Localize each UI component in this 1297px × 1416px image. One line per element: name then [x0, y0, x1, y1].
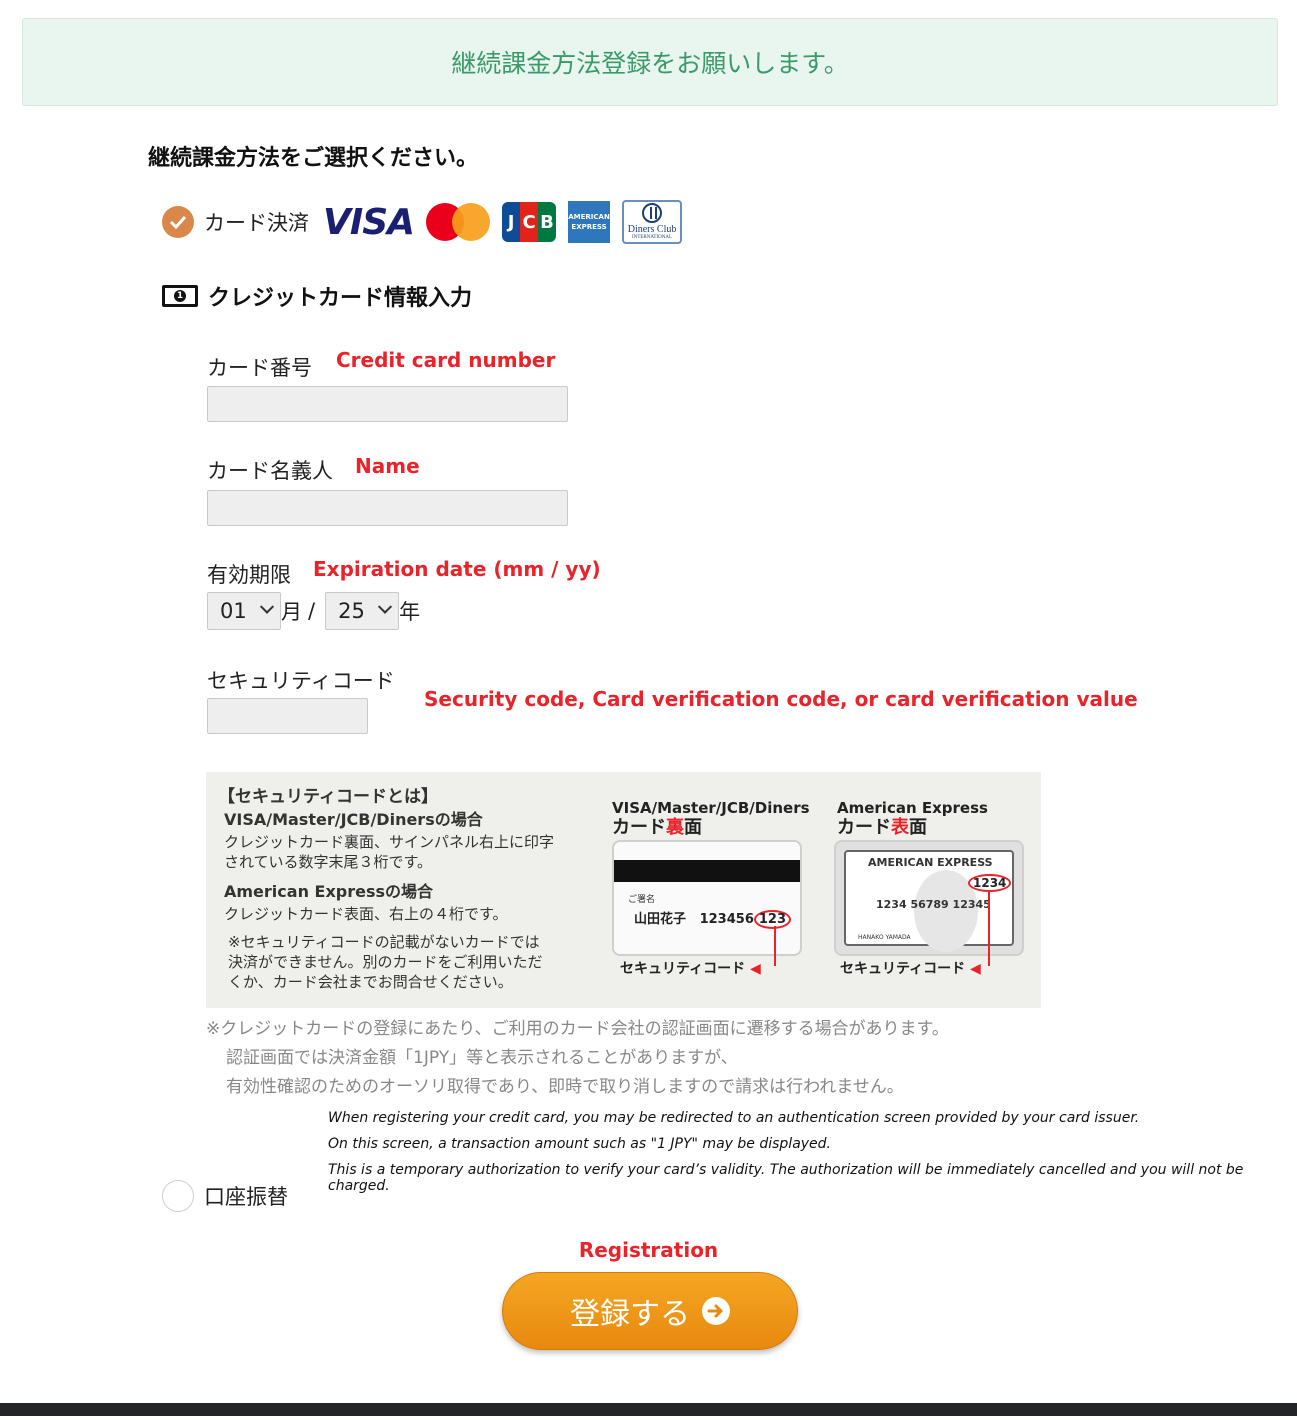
expiry-label: 有効期限 [207, 563, 291, 587]
payment-option-card[interactable]: カード決済 VISA J C B AMERICAN EXPRESS Diners… [162, 200, 683, 244]
card-info-heading-text: クレジットカード情報入力 [208, 286, 473, 311]
magnetic-stripe [614, 860, 800, 882]
amex-text: クレジットカード表面、右上の４桁です。 [224, 905, 508, 923]
expiry-row: 01 月 / 25 年 [207, 592, 420, 630]
card-number-annotation: Credit card number [336, 348, 556, 372]
register-button[interactable]: 登録する [502, 1272, 798, 1350]
note-line-3: くか、カード会社までお問合せください。 [228, 973, 513, 991]
security-code-input[interactable] [207, 698, 368, 734]
check-icon [169, 215, 187, 229]
money-icon: 1 [162, 285, 198, 307]
card-front-heading: American Express カード表面 [837, 799, 988, 838]
year-suffix: 年 [399, 600, 421, 624]
note-en-3: This is a temporary authorization to ver… [328, 1162, 1244, 1194]
month-suffix: 月 [281, 600, 302, 624]
card-back-heading: VISA/Master/JCB/Diners カード裏面 [612, 799, 810, 838]
footer-bar [0, 1403, 1297, 1416]
mastercard-logo [426, 202, 491, 242]
expiry-month-select[interactable]: 01 [207, 592, 281, 630]
card-name-input[interactable] [207, 490, 568, 526]
expiry-annotation: Expiration date (mm / yy) [313, 557, 601, 581]
card-number-input[interactable] [207, 386, 568, 422]
amex-logo: AMERICAN EXPRESS [568, 201, 611, 243]
security-info-title: 【セキュリティコードとは】 [218, 787, 438, 807]
visa-logo: VISA [323, 201, 415, 243]
expiry-year-select[interactable]: 25 [325, 592, 400, 630]
banner-text: 継続課金方法登録をお願いします。 [451, 49, 849, 78]
note-jp-1: ※クレジットカードの登録にあたり、ご利用のカード会社の認証画面に遷移する場合があ… [206, 1019, 949, 1039]
note-line-2: 決済ができません。別のカードをご利用いただ [228, 953, 543, 971]
expiry-separator: / [308, 599, 316, 623]
amex-card-illustration: AMERICAN EXPRESS 1234 1234 56789 12345 H… [834, 840, 1024, 956]
chevron-down-icon [378, 599, 393, 614]
security-code-info-panel: 【セキュリティコードとは】 VISA/Master/JCB/Dinersの場合 … [206, 772, 1041, 1008]
card-payment-label: カード決済 [204, 211, 309, 235]
card-name-annotation: Name [355, 454, 420, 478]
security-code-annotation: Security code, Card verification code, o… [424, 687, 1138, 711]
note-en-2: On this screen, a transaction amount suc… [328, 1136, 832, 1152]
security-code-label: セキュリティコード [207, 669, 395, 693]
visa-text-2: されている数字末尾３桁です。 [224, 853, 433, 871]
bank-transfer-label: 口座振替 [204, 1185, 288, 1209]
arrow-right-icon [702, 1297, 730, 1325]
visa-text-1: クレジットカード裏面、サインパネル右上に印字 [224, 833, 555, 851]
card-brand-logos: VISA J C B AMERICAN EXPRESS Diners Club … [323, 200, 683, 244]
section-title: 継続課金方法をご選択ください。 [148, 146, 479, 171]
card-back-caption: セキュリティコード ◀ [620, 961, 761, 977]
header-banner: 継続課金方法登録をお願いします。 [22, 18, 1278, 106]
card-name-label: カード名義人 [207, 459, 333, 483]
diners-logo: Diners Club INTERNATIONAL [622, 200, 683, 244]
register-button-label: 登録する [570, 1297, 690, 1332]
amex-heading: American Expressの場合 [224, 882, 434, 901]
card-info-heading: 1 クレジットカード情報入力 [162, 280, 472, 312]
card-radio-checked[interactable] [162, 206, 194, 238]
jcb-logo: J C B [502, 202, 557, 242]
visa-heading: VISA/Master/JCB/Dinersの場合 [224, 810, 483, 829]
chevron-down-icon [259, 599, 275, 614]
payment-option-bank[interactable]: 口座振替 [162, 1180, 288, 1212]
note-line-1: ※セキュリティコードの記載がないカードでは [228, 933, 540, 951]
card-front-caption: セキュリティコード ◀ [840, 961, 981, 977]
bank-radio[interactable] [162, 1180, 194, 1212]
card-number-label: カード番号 [207, 356, 312, 380]
registration-annotation: Registration [578, 1238, 719, 1262]
diners-emblem-icon [642, 203, 663, 223]
note-en-1: When registering your credit card, you m… [328, 1110, 1140, 1126]
note-jp-2: 認証画面では決済金額「1JPY」等と表示されることがありますが、 [226, 1048, 738, 1068]
note-jp-3: 有効性確認のためのオーソリ取得であり、即時で取り消しますので請求は行われません。 [226, 1077, 904, 1097]
